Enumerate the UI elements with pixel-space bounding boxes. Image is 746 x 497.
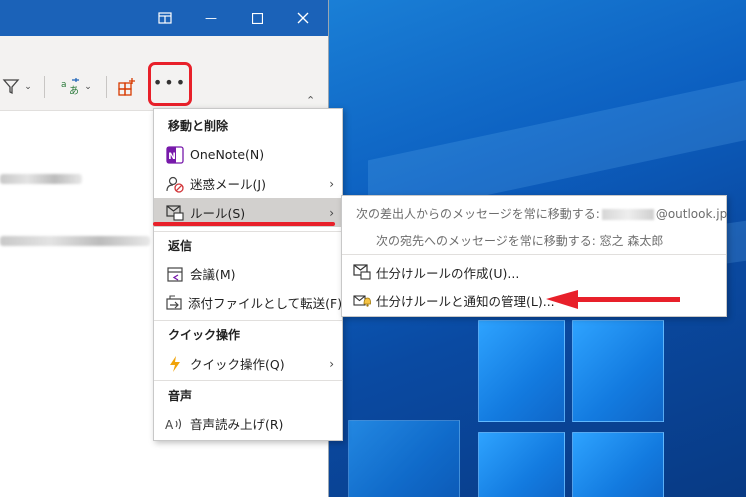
section-header-quick-steps: クイック操作 — [168, 328, 241, 342]
menu-separator — [154, 320, 342, 321]
add-apps-icon — [118, 78, 135, 96]
submenu-item-label: 次の差出人からのメッセージを常に移動する: — [356, 206, 600, 221]
maximize-button[interactable] — [234, 0, 280, 36]
menu-item-label: 会議(M) — [190, 267, 236, 282]
svg-text:あ: あ — [69, 85, 79, 97]
menu-item-meeting[interactable]: 会議(M) — [154, 259, 342, 288]
menu-item-label: 添付ファイルとして転送(F) — [188, 296, 343, 311]
chevron-down-icon: ⌄ — [84, 82, 92, 92]
filter-icon — [2, 79, 20, 95]
menu-item-label: ルール(S) — [190, 206, 246, 221]
maximize-icon — [251, 12, 263, 24]
menu-item-label: 迷惑メール(J) — [190, 177, 266, 192]
rules-icon — [165, 203, 185, 223]
junk-mail-icon — [165, 174, 185, 194]
highlight-underline — [153, 222, 335, 226]
menu-item-forward-attachment[interactable]: 添付ファイルとして転送(F) — [154, 288, 342, 317]
forward-attachment-icon — [165, 293, 183, 313]
svg-text:a: a — [61, 80, 67, 90]
menu-item-junk[interactable]: 迷惑メール(J) › — [154, 169, 342, 198]
filter-button[interactable]: ⌄ — [0, 73, 34, 101]
collapse-ribbon-icon[interactable]: ⌃ — [306, 94, 315, 107]
meeting-icon — [165, 264, 185, 284]
chevron-right-icon: › — [329, 205, 334, 220]
menu-item-label: 音声読み上げ(R) — [190, 417, 284, 432]
chevron-down-icon: ⌄ — [24, 82, 32, 92]
svg-text:N: N — [168, 152, 176, 162]
ribbon-divider — [106, 76, 107, 98]
chevron-right-icon: › — [329, 176, 334, 191]
ribbon-divider — [44, 76, 45, 98]
submenu-item-label: 仕分けルールの作成(U)... — [376, 265, 520, 281]
svg-text:A: A — [165, 418, 174, 432]
submenu-item-always-move-to[interactable]: 次の宛先へのメッセージを常に移動する: 窓之 森太郎 — [342, 226, 726, 254]
more-options-menu: 移動と削除 N OneNote(N) 迷惑メール(J) › ルール(S) › 返… — [153, 108, 343, 441]
chevron-right-icon: › — [329, 356, 334, 371]
section-header-move-delete: 移動と削除 — [168, 119, 229, 133]
read-aloud-icon: A — [165, 414, 185, 434]
manage-rules-icon — [352, 290, 372, 310]
section-header-respond: 返信 — [168, 239, 193, 253]
submenu-item-label: 次の宛先へのメッセージを常に移動する: 窓之 森太郎 — [376, 233, 664, 248]
title-bar: — — [0, 0, 328, 36]
menu-item-read-aloud[interactable]: A 音声読み上げ(R) — [154, 409, 342, 438]
translate-button[interactable]: a あ ⌄ — [56, 73, 96, 101]
menu-separator — [342, 254, 726, 255]
translate-icon: a あ — [61, 78, 80, 97]
minimize-button[interactable]: — — [188, 0, 234, 36]
menu-item-label: クイック操作(Q) — [190, 357, 285, 372]
close-button[interactable] — [280, 0, 326, 36]
onenote-icon: N — [165, 145, 185, 165]
menu-item-onenote[interactable]: N OneNote(N) — [154, 140, 342, 169]
submenu-item-always-move-from[interactable]: 次の差出人からのメッセージを常に移動する: @outlook.jp — [342, 199, 728, 227]
window-pane-icon — [158, 12, 172, 24]
more-options-button[interactable]: ••• — [148, 62, 192, 106]
close-icon — [297, 12, 309, 24]
annotation-arrow-icon — [546, 290, 680, 309]
restore-pane-button[interactable] — [142, 0, 188, 36]
blurred-text — [0, 174, 82, 184]
minimize-icon: — — [205, 11, 217, 25]
menu-item-quick-steps[interactable]: クイック操作(Q) › — [154, 349, 342, 378]
create-rule-icon — [352, 262, 372, 282]
add-apps-button[interactable] — [114, 73, 140, 101]
menu-separator — [154, 380, 342, 381]
submenu-item-label: 仕分けルールと通知の管理(L)... — [376, 293, 555, 309]
menu-item-label: OneNote(N) — [190, 147, 265, 162]
masked-email — [601, 208, 654, 220]
blurred-text — [0, 236, 150, 246]
lightning-icon — [165, 354, 185, 374]
more-icon: ••• — [152, 72, 188, 92]
menu-separator — [154, 231, 342, 232]
section-header-speech: 音声 — [168, 389, 193, 403]
submenu-item-label: @outlook.jp — [655, 206, 728, 221]
